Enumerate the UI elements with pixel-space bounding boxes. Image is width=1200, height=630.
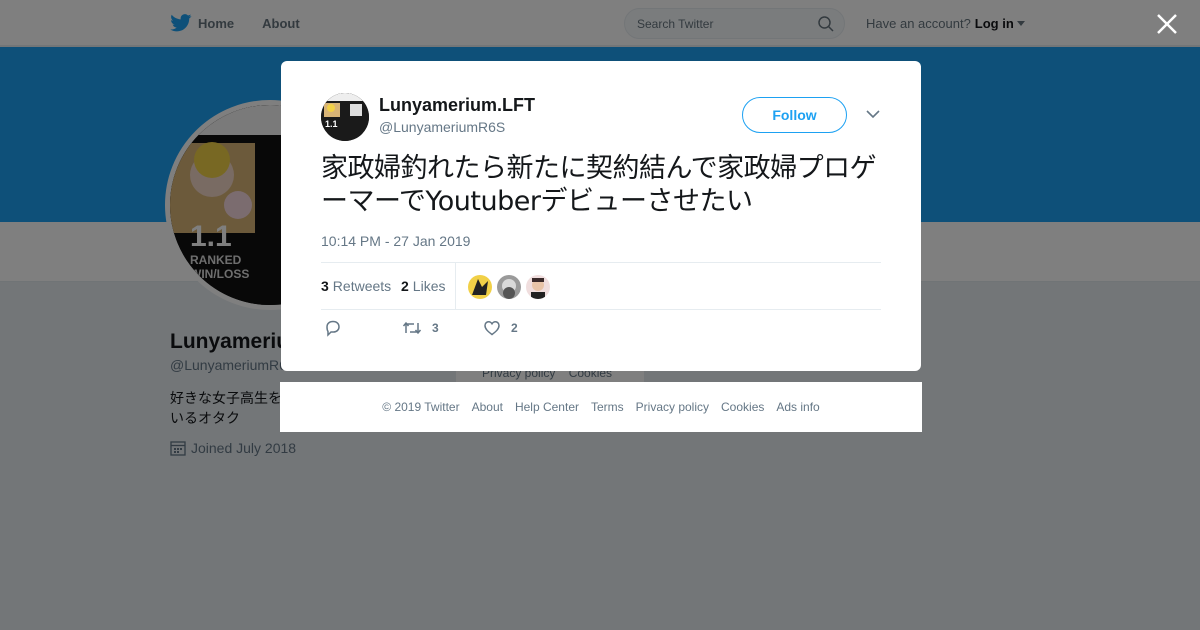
modal-footer: © 2019 Twitter About Help Center Terms P… (280, 382, 922, 432)
close-icon[interactable] (1155, 12, 1179, 36)
footer-about[interactable]: About (472, 400, 503, 414)
likes-count: 2 (401, 278, 409, 294)
tweet-modal: 1.1 Lunyamerium.LFT @LunyameriumR6S Foll… (281, 61, 921, 371)
footer-terms[interactable]: Terms (591, 400, 624, 414)
stats-divider (455, 263, 456, 310)
chevron-down-icon[interactable] (866, 109, 880, 119)
liker-avatar[interactable] (468, 275, 492, 299)
tweet-actions: 3 2 (321, 319, 881, 343)
liker-avatar[interactable] (497, 275, 521, 299)
like-action-count: 2 (511, 321, 518, 335)
footer-privacy[interactable]: Privacy policy (636, 400, 709, 414)
tweet-author-name[interactable]: Lunyamerium.LFT (379, 95, 535, 116)
reply-icon (326, 320, 340, 337)
like-action[interactable]: 2 (483, 319, 518, 337)
retweet-icon (402, 321, 422, 335)
likes-stat[interactable]: 2 Likes (401, 278, 445, 294)
tweet-timestamp[interactable]: 10:14 PM - 27 Jan 2019 (321, 233, 470, 249)
retweets-count: 3 (321, 278, 329, 294)
retweet-action[interactable]: 3 (402, 319, 439, 337)
retweets-label: Retweets (332, 278, 392, 294)
author-avatar-image (321, 93, 369, 141)
heart-icon (484, 321, 500, 336)
retweet-action-count: 3 (432, 321, 439, 335)
follow-button[interactable]: Follow (742, 97, 847, 133)
author-avatar-text: 1.1 (325, 119, 338, 129)
footer-ads-info[interactable]: Ads info (776, 400, 819, 414)
reply-action[interactable] (324, 319, 352, 337)
tweet-author-handle[interactable]: @LunyameriumR6S (379, 119, 505, 135)
retweets-stat[interactable]: 3 Retweets (321, 278, 391, 294)
liker-avatar-image (468, 275, 492, 299)
footer-cookies[interactable]: Cookies (721, 400, 764, 414)
footer-help-center[interactable]: Help Center (515, 400, 579, 414)
tweet-text: 家政婦釣れたら新たに契約結んで家政婦プロゲーマーでYoutuberデビューさせた… (321, 153, 877, 217)
liker-avatar[interactable] (526, 275, 550, 299)
likes-label: Likes (412, 278, 446, 294)
liker-avatar-image (526, 275, 550, 299)
liker-avatar-image (497, 275, 521, 299)
footer-copyright: © 2019 Twitter (382, 400, 460, 414)
tweet-stats: 3 Retweets 2 Likes (321, 262, 881, 310)
tweet-author-avatar[interactable]: 1.1 (321, 93, 369, 141)
